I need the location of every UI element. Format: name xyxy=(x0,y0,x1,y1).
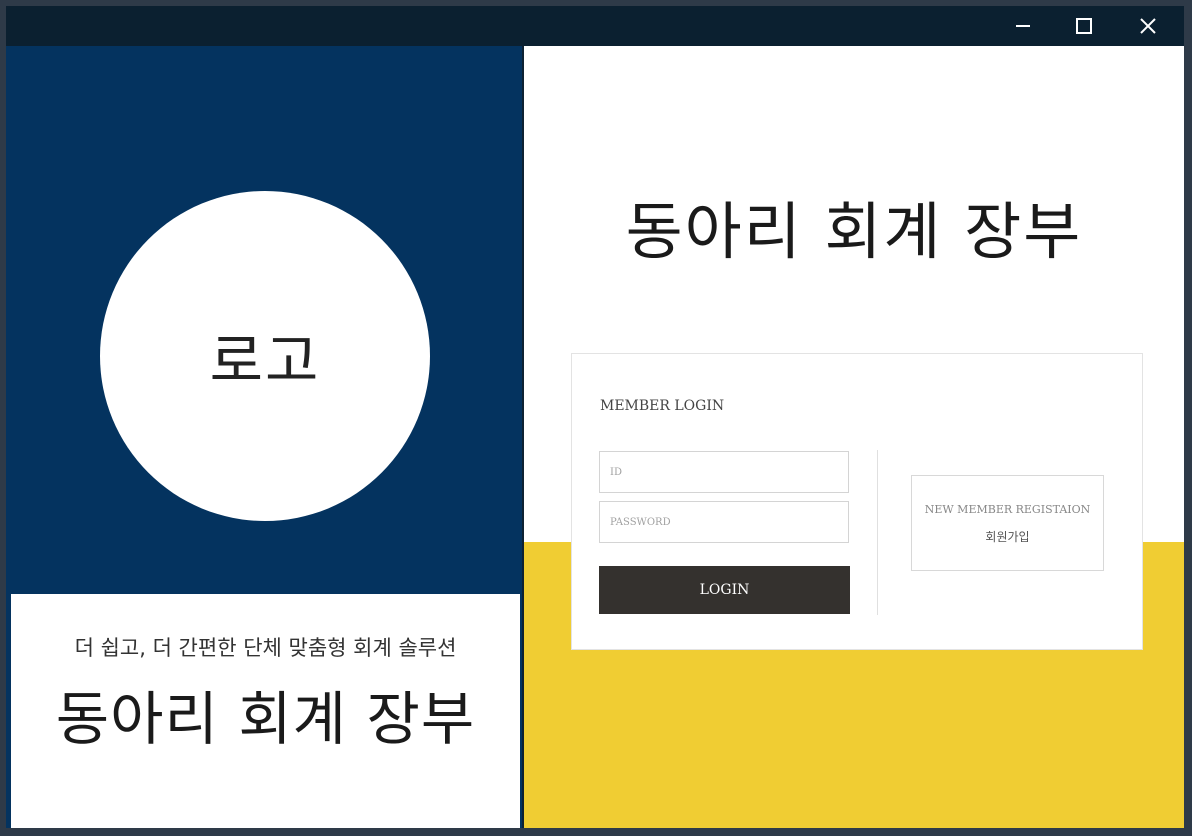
password-input[interactable] xyxy=(599,501,849,543)
register-label-ko: 회원가입 xyxy=(985,530,1030,544)
maximize-icon xyxy=(1076,18,1092,34)
brand-panel: 로고 더 쉽고, 더 간편한 단체 맞춤형 회계 솔루션 동아리 회계 장부 xyxy=(6,46,522,828)
minimize-button[interactable] xyxy=(993,6,1053,46)
logo-placeholder: 로고 xyxy=(100,191,430,521)
app-title: 동아리 회계 장부 xyxy=(625,195,1083,268)
tagline-title: 동아리 회계 장부 xyxy=(55,685,476,753)
login-button[interactable]: LOGIN xyxy=(599,566,850,614)
id-input[interactable] xyxy=(599,451,849,493)
login-panel: 동아리 회계 장부 MEMBER LOGIN LOGIN NEW MEMBER … xyxy=(524,46,1184,828)
register-button[interactable]: NEW MEMBER REGISTAION 회원가입 xyxy=(911,475,1104,571)
tagline-box: 더 쉽고, 더 간편한 단체 맞춤형 회계 솔루션 동아리 회계 장부 xyxy=(11,594,520,828)
register-label-en: NEW MEMBER REGISTAION xyxy=(924,503,1091,516)
tagline-subtitle: 더 쉽고, 더 간편한 단체 맞춤형 회계 솔루션 xyxy=(74,636,457,660)
login-heading: MEMBER LOGIN xyxy=(600,398,725,414)
close-icon xyxy=(1140,18,1156,34)
maximize-button[interactable] xyxy=(1054,6,1114,46)
card-divider xyxy=(877,450,878,615)
login-card: MEMBER LOGIN LOGIN NEW MEMBER REGISTAION… xyxy=(571,353,1143,650)
title-bar[interactable] xyxy=(6,6,1184,46)
app-window: 로고 더 쉽고, 더 간편한 단체 맞춤형 회계 솔루션 동아리 회계 장부 동… xyxy=(6,6,1184,828)
minimize-icon xyxy=(1016,25,1030,27)
close-button[interactable] xyxy=(1118,6,1178,46)
logo-text: 로고 xyxy=(209,327,321,395)
